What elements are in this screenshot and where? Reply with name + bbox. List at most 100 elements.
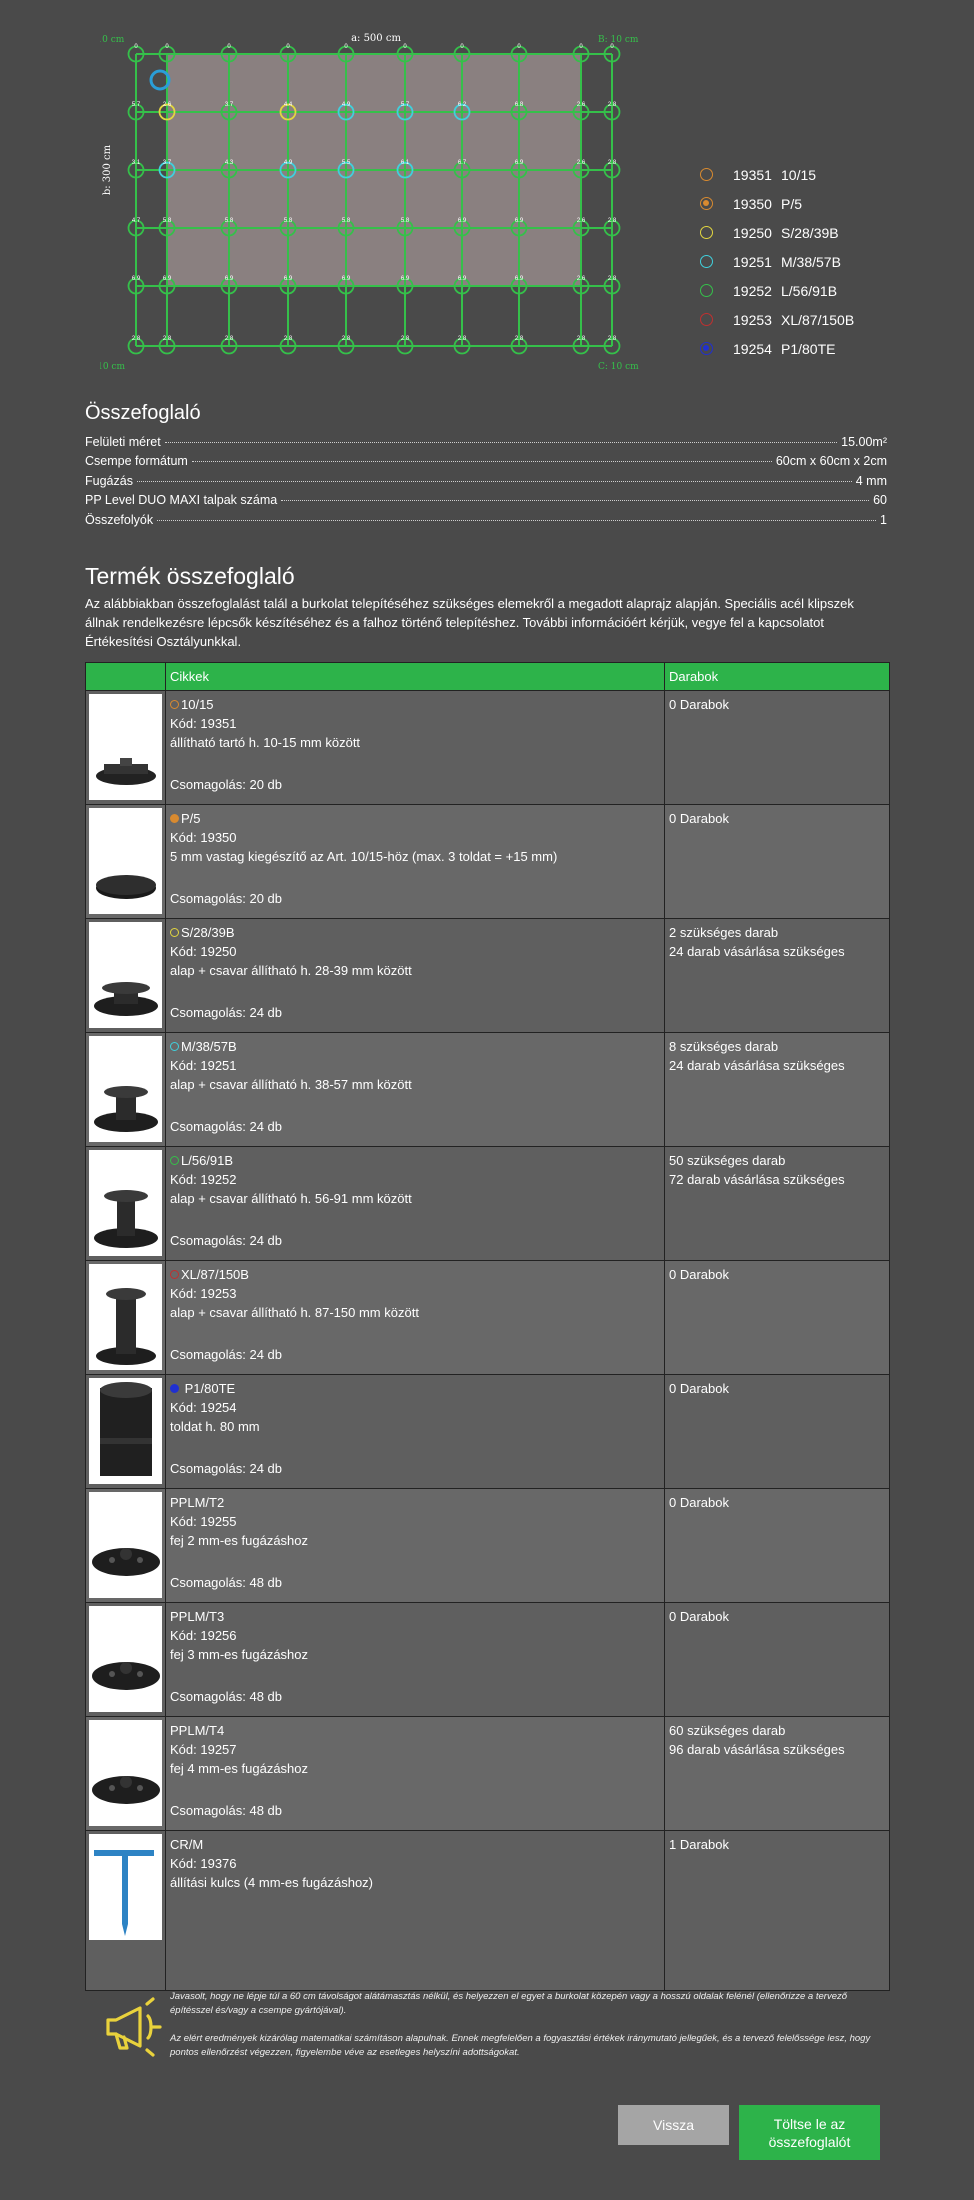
product-description: fej 2 mm-es fugázáshoz: [170, 1533, 309, 1548]
product-quantity-cell: 50 szükséges darab 72 darab vásárlása sz…: [664, 1146, 890, 1261]
product-packaging: Csomagolás: 24 db: [170, 1347, 283, 1362]
product-packaging: Csomagolás: 48 db: [170, 1803, 283, 1818]
product-packaging: Csomagolás: 48 db: [170, 1689, 283, 1704]
legend-ring-icon: [700, 226, 713, 239]
quantity-to-buy: 24 darab vásárlása szükséges: [669, 944, 845, 959]
product-row: XL/87/150B Kód: 19253 alap + csavar állí…: [85, 1260, 890, 1375]
product-description: alap + csavar állítható h. 28-39 mm közö…: [170, 963, 412, 978]
support-height-label: 5.8: [401, 218, 410, 224]
product-code: Kód: 19253: [170, 1286, 237, 1301]
corner-label: C: 10 cm: [598, 362, 639, 372]
summary-value: 1: [880, 512, 887, 527]
product-code: Kód: 19251: [170, 1058, 237, 1073]
product-thumbnail-icon: [93, 982, 158, 1016]
support-height-label: 5.8: [225, 218, 234, 224]
product-row: L/56/91B Kód: 19252 alap + csavar állíth…: [85, 1146, 890, 1261]
product-image: [89, 1036, 162, 1142]
product-image: [89, 1378, 162, 1484]
support-height-label: 2.8: [342, 336, 351, 342]
product-packaging: Csomagolás: 24 db: [170, 1119, 283, 1134]
product-name: M/38/57B: [181, 1039, 237, 1054]
support-height-label: 6.9: [458, 276, 467, 282]
legend-code: 19350: [733, 195, 772, 212]
support-height-label: 2.8: [608, 218, 617, 224]
support-height-label: 5.8: [163, 218, 172, 224]
support-height-label: 2.8: [577, 336, 586, 342]
product-image: [89, 808, 162, 914]
legend-code: 19251: [733, 253, 772, 270]
legend-item: 19351 10/15: [700, 160, 940, 189]
product-name: CR/M: [170, 1837, 204, 1852]
product-thumbnail-icon: [91, 1662, 160, 1690]
product-image-cell: [85, 918, 166, 1033]
download-summary-button[interactable]: Töltse le az összefoglalót: [739, 2105, 880, 2160]
product-packaging: Csomagolás: 24 db: [170, 1005, 283, 1020]
product-info-cell: S/28/39B Kód: 19250 alap + csavar állíth…: [165, 918, 665, 1033]
back-button[interactable]: Vissza: [618, 2105, 729, 2145]
product-description: alap + csavar állítható h. 87-150 mm köz…: [170, 1305, 419, 1320]
product-quantity-cell: 0 Darabok: [664, 1260, 890, 1375]
product-packaging: Csomagolás: 48 db: [170, 1575, 283, 1590]
support-height-label: 6.1: [401, 160, 410, 166]
product-row: S/28/39B Kód: 19250 alap + csavar állíth…: [85, 918, 890, 1033]
quantity-needed: 0 Darabok: [669, 1495, 729, 1510]
support-height-label: 2.8: [132, 336, 141, 342]
megaphone-icon: [106, 1997, 162, 2057]
support-height-label: 4.3: [225, 160, 234, 166]
product-thumbnail-icon: [93, 1190, 158, 1248]
support-height-label: 2.8: [515, 336, 524, 342]
product-row: CR/M Kód: 19376 állítási kulcs (4 mm-es …: [85, 1830, 890, 1991]
product-image: [89, 1834, 162, 1940]
support-height-label: 6.9: [163, 276, 172, 282]
support-height-label: 2.6: [163, 102, 172, 108]
product-quantity-cell: 60 szükséges darab 96 darab vásárlása sz…: [664, 1716, 890, 1831]
product-name: 10/15: [181, 697, 214, 712]
support-height-label: 6.9: [132, 276, 141, 282]
product-description: állítható tartó h. 10-15 mm között: [170, 735, 361, 750]
product-summary-description: Az alábbiakban összefoglalást talál a bu…: [85, 596, 854, 649]
legend-code: 19254: [733, 340, 772, 357]
support-height-label: 6.9: [515, 218, 524, 224]
support-height-label: 6.9: [284, 276, 293, 282]
product-quantity-cell: 0 Darabok: [664, 690, 890, 805]
product-code: Kód: 19255: [170, 1514, 237, 1529]
support-height-label: 5.5: [342, 160, 351, 166]
legend-item: 19252 L/56/91B: [700, 276, 940, 305]
product-description: alap + csavar állítható h. 56-91 mm közö…: [170, 1191, 412, 1206]
legend-item: 19350 P/5: [700, 189, 940, 218]
color-marker-icon: [170, 700, 179, 709]
support-height-label: 2.6: [577, 160, 586, 166]
support-height-label: 6.7: [458, 160, 467, 166]
support-height-label: 4.9: [342, 102, 351, 108]
product-row: P/5 Kód: 19350 5 mm vastag kiegészítő az…: [85, 804, 890, 919]
summary-row: Fugázás 4 mm: [85, 474, 887, 493]
support-height-label: 6.9: [342, 276, 351, 282]
product-name: L/56/91B: [181, 1153, 234, 1168]
legend-ring-icon: [700, 313, 713, 326]
plan-label: b: 300 cm: [102, 144, 113, 195]
support-height-label: 5.8: [342, 218, 351, 224]
product-image: [89, 1720, 162, 1826]
product-image: [89, 694, 162, 800]
leader-dots: [191, 461, 772, 463]
product-row: 10/15 Kód: 19351 állítható tartó h. 10-1…: [85, 690, 890, 805]
support-height-label: 3.7: [225, 102, 234, 108]
product-image-cell: [85, 1374, 166, 1489]
support-height-label: 6.8: [515, 102, 524, 108]
product-info-cell: 10/15 Kód: 19351 állítható tartó h. 10-1…: [165, 690, 665, 805]
product-name: PPLM/T3: [170, 1609, 225, 1624]
product-description: toldat h. 80 mm: [170, 1419, 260, 1434]
leader-dots: [136, 480, 852, 482]
legend-ring-icon: [700, 342, 713, 355]
product-name: PPLM/T4: [170, 1723, 225, 1738]
support-height-label: 2.8: [163, 336, 172, 342]
product-code: Kód: 19256: [170, 1628, 237, 1643]
support-height-label: 6.9: [515, 160, 524, 166]
product-summary-section: Termék összefoglaló Az alábbiakban össze…: [85, 563, 890, 651]
legend-ring-icon: [700, 197, 713, 210]
support-height-label: 2.6: [577, 276, 586, 282]
product-name: P/5: [181, 811, 201, 826]
support-height-label: 2.6: [577, 218, 586, 224]
quantity-needed: 60 szükséges darab: [669, 1723, 786, 1738]
support-height-label: 4.9: [284, 160, 293, 166]
